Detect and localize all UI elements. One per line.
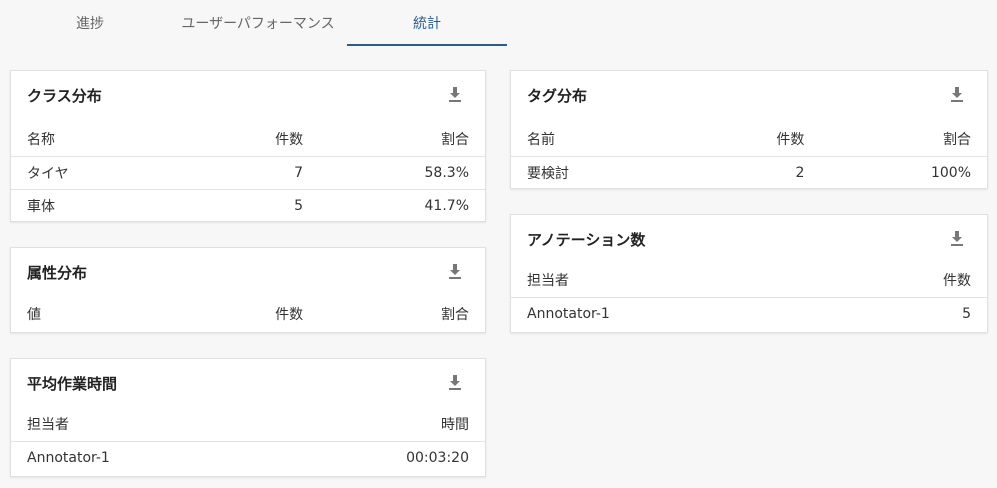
card-title: アノテーション数: [527, 231, 646, 249]
cell-count: 2: [795, 164, 805, 181]
table-row: タイヤ 7 58.3%: [11, 156, 485, 189]
cell-name: タイヤ: [27, 165, 69, 182]
avg-work-time-table: 担当者 時間 Annotator-1 00:03:20: [11, 408, 485, 474]
tag-distribution-card: タグ分布 名前 件数 割合 要検討 2 100%: [510, 70, 988, 189]
cell-name: 車体: [27, 198, 55, 215]
tab-bar: 進捗 ユーザーパフォーマンス 統計: [0, 0, 997, 46]
download-icon[interactable]: [447, 262, 463, 280]
cell-time: 00:03:20: [406, 449, 469, 466]
card-title: クラス分布: [27, 87, 102, 105]
column-header: 担当者: [527, 273, 569, 290]
card-title: 平均作業時間: [27, 375, 118, 393]
table-row: Annotator-1 5: [511, 297, 987, 330]
column-header: 名称: [27, 132, 55, 149]
table-row: 要検討 2 100%: [511, 156, 987, 189]
tab-progress[interactable]: 進捗: [10, 0, 170, 46]
column-header: 時間: [441, 417, 469, 434]
table-row: Annotator-1 00:03:20: [11, 441, 485, 474]
download-icon[interactable]: [949, 85, 965, 103]
column-header: 割合: [441, 132, 469, 149]
cell-name: 要検討: [527, 165, 569, 182]
cell-count: 5: [294, 197, 304, 214]
download-icon[interactable]: [447, 85, 463, 103]
column-header: 件数: [275, 132, 304, 149]
download-icon[interactable]: [949, 229, 965, 247]
column-header: 割合: [943, 132, 971, 149]
cell-ratio: 41.7%: [424, 197, 469, 214]
column-header: 件数: [776, 132, 805, 149]
annotation-count-card: アノテーション数 担当者 件数 Annotator-1 5: [510, 214, 988, 333]
column-header: 割合: [441, 306, 469, 323]
cell-count: 7: [294, 164, 304, 181]
table-row: 車体 5 41.7%: [11, 189, 485, 222]
tag-distribution-table: 名前 件数 割合 要検討 2 100%: [511, 123, 987, 189]
cell-ratio: 100%: [930, 164, 971, 181]
column-header: 名前: [527, 132, 555, 149]
annotation-count-table: 担当者 件数 Annotator-1 5: [511, 264, 987, 330]
attribute-distribution-card: 属性分布 値 件数 割合: [10, 247, 486, 333]
class-distribution-card: クラス分布 名称 件数 割合 タイヤ 7 58.3% 車体 5 41.7%: [10, 70, 486, 222]
column-header: 件数: [275, 306, 304, 323]
cell-assignee: Annotator-1: [527, 305, 610, 322]
column-header: 値: [27, 306, 41, 323]
column-header: 件数: [943, 273, 971, 290]
class-distribution-table: 名称 件数 割合 タイヤ 7 58.3% 車体 5 41.7%: [11, 123, 485, 222]
column-header: 担当者: [27, 417, 69, 434]
attribute-distribution-table: 値 件数 割合: [11, 297, 485, 330]
tab-statistics[interactable]: 統計: [347, 0, 507, 46]
cell-count: 5: [962, 305, 971, 322]
card-title: タグ分布: [527, 87, 588, 105]
tab-user-performance[interactable]: ユーザーパフォーマンス: [178, 0, 338, 46]
avg-work-time-card: 平均作業時間 担当者 時間 Annotator-1 00:03:20: [10, 358, 486, 477]
download-icon[interactable]: [447, 373, 463, 391]
cell-assignee: Annotator-1: [27, 449, 110, 466]
cell-ratio: 58.3%: [424, 164, 469, 181]
card-title: 属性分布: [27, 264, 88, 282]
